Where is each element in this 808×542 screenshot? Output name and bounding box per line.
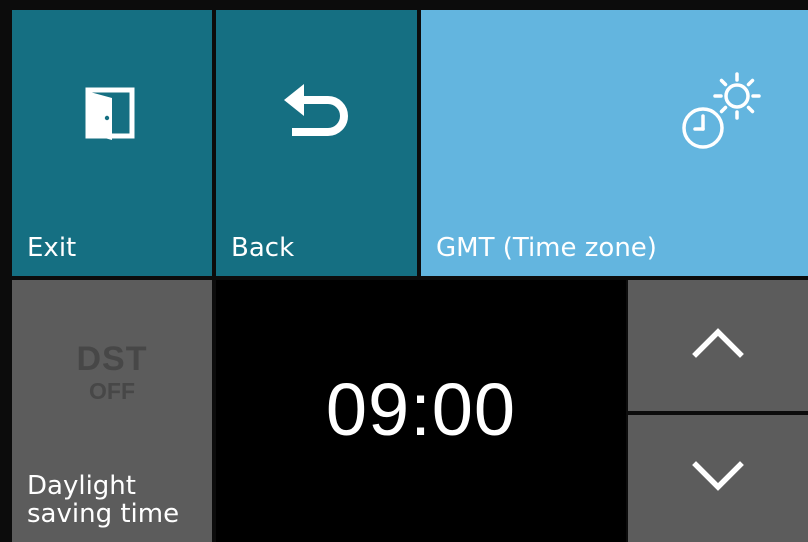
dst-badge-title: DST (76, 340, 148, 378)
time-offset-display: 09:00 (216, 280, 626, 542)
chevron-up-icon (692, 328, 744, 358)
exit-button[interactable]: Exit (12, 10, 212, 276)
undo-arrow-icon (284, 84, 348, 136)
clock-sun-icon (680, 72, 761, 151)
gmt-label: GMT (Time zone) (436, 232, 657, 263)
dst-status-badge: DST OFF (12, 342, 212, 403)
chevron-down-icon (692, 461, 744, 491)
back-label: Back (231, 232, 295, 263)
increase-button[interactable] (628, 280, 808, 411)
time-zone-settings-screen: Exit Back GMT (Time zone) DST OFF Daylig… (0, 0, 808, 542)
dst-label-line2: saving time (27, 498, 180, 529)
time-offset-value: 09:00 (325, 367, 517, 451)
decrease-button[interactable] (628, 415, 808, 542)
exit-label: Exit (27, 232, 77, 263)
back-button[interactable]: Back (216, 10, 417, 276)
dst-label-line1: Daylight (27, 471, 136, 502)
dst-badge-state: OFF (89, 378, 135, 404)
gmt-time-zone-button[interactable]: GMT (Time zone) (421, 10, 808, 276)
exit-door-icon (85, 87, 135, 140)
dst-label: Daylight saving time (27, 473, 179, 528)
dst-toggle-button[interactable]: DST OFF Daylight saving time (12, 280, 212, 542)
